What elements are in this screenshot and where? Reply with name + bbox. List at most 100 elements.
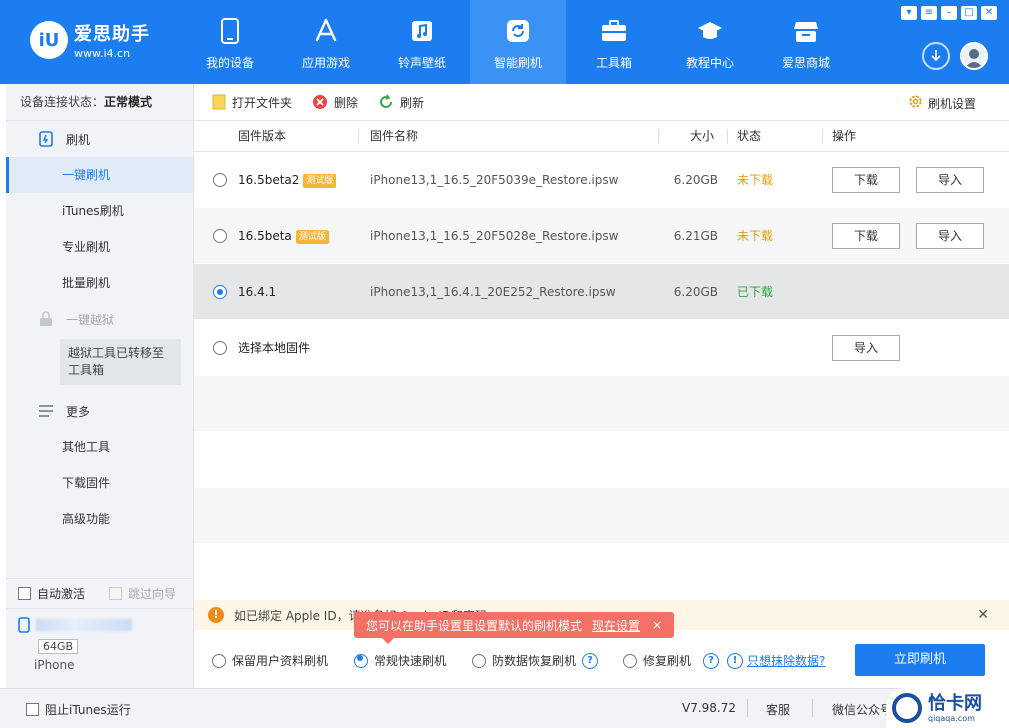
- col-status: 状态: [737, 129, 762, 143]
- app-store-icon: [313, 18, 339, 44]
- col-size: 大小: [690, 129, 715, 143]
- sidebar-item-advanced[interactable]: 高级功能: [6, 501, 193, 537]
- row-radio[interactable]: [213, 229, 227, 243]
- device-name: [18, 617, 182, 633]
- nav-my-device[interactable]: 我的设备: [182, 0, 278, 84]
- menu-icon[interactable]: ≡: [921, 6, 937, 20]
- download-icon[interactable]: [922, 42, 950, 70]
- table-row[interactable]: 16.5beta2 测试版 iPhone13,1_16.5_20F5039e_Re…: [194, 152, 1009, 208]
- repair-radio[interactable]: [623, 653, 637, 668]
- col-action: 操作: [832, 129, 857, 143]
- info-icon: !: [727, 652, 743, 669]
- sidebar-item-one-click-flash[interactable]: 一键刷机: [6, 157, 193, 193]
- nav-tutorials[interactable]: 教程中心: [662, 0, 758, 84]
- row-radio[interactable]: [213, 285, 227, 299]
- customer-service-link[interactable]: 客服: [766, 701, 790, 718]
- block-itunes-checkbox[interactable]: [26, 703, 39, 716]
- delete-icon: [312, 94, 328, 110]
- firmware-status: 已下载: [737, 285, 774, 299]
- device-panel[interactable]: 64GB iPhone: [6, 608, 194, 688]
- toast-close-icon[interactable]: ×: [652, 618, 662, 632]
- refresh-button[interactable]: 刷新: [378, 94, 424, 111]
- firmware-version: 16.4.1: [238, 285, 277, 299]
- table-row[interactable]: 16.4.1 iPhone13,1_16.4.1_20E252_Restore.…: [194, 264, 1009, 320]
- watermark-url: qiqaqa.com: [928, 713, 975, 723]
- sidebar-item-download-firmware[interactable]: 下载固件: [6, 465, 193, 501]
- notice-close-icon[interactable]: ✕: [977, 607, 989, 623]
- nav-toolbox[interactable]: 工具箱: [566, 0, 662, 84]
- download-button[interactable]: 下载: [832, 167, 900, 193]
- flash-now-button[interactable]: 立即刷机: [855, 644, 985, 676]
- connection-status: 设备连接状态：正常模式: [6, 84, 193, 121]
- status-bar: 阻止iTunes运行 V7.98.72 客服 微信公众号: [0, 688, 1009, 728]
- keep-data-radio[interactable]: [212, 653, 226, 668]
- logo-name: 爱思助手: [74, 24, 150, 45]
- help-icon[interactable]: ?: [582, 652, 599, 669]
- wipe-data-link[interactable]: ! 只想抹除数据?: [727, 652, 825, 669]
- lock-icon: [38, 311, 54, 327]
- minimize-icon[interactable]: –: [941, 6, 957, 20]
- import-button[interactable]: 导入: [916, 167, 984, 193]
- sidebar-item-pro-flash[interactable]: 专业刷机: [6, 229, 193, 265]
- toolbox-icon: [601, 18, 627, 44]
- firmware-size: 6.20GB: [673, 285, 718, 299]
- firmware-version: 16.5beta: [238, 229, 292, 243]
- sidebar-item-other-tools[interactable]: 其他工具: [6, 429, 193, 465]
- sidebar-options: 自动激活 跳过向导: [6, 578, 194, 608]
- opt-quick-flash[interactable]: 常规快速刷机: [354, 652, 446, 669]
- nav-apps-games[interactable]: 应用游戏: [278, 0, 374, 84]
- col-version: 固件版本: [238, 129, 287, 143]
- firmware-size: 6.21GB: [673, 229, 718, 243]
- block-itunes-option[interactable]: 阻止iTunes运行: [26, 701, 131, 718]
- sidebar-group-flash: 刷机: [6, 121, 193, 157]
- quick-flash-radio[interactable]: [354, 653, 368, 668]
- help-icon[interactable]: ?: [703, 652, 720, 669]
- opt-repair[interactable]: 修复刷机 ?: [623, 652, 720, 669]
- nav-smart-flash[interactable]: 智能刷机: [470, 0, 566, 84]
- shirt-icon[interactable]: ▾: [901, 6, 917, 20]
- site-watermark: 恰卡网 qiqaqa.com: [886, 688, 1009, 728]
- logo-mark: iU: [30, 21, 68, 59]
- table-row[interactable]: 选择本地固件 导入: [194, 320, 1009, 376]
- music-icon: [409, 18, 435, 44]
- firmware-name: iPhone13,1_16.5_20F5039e_Restore.ipsw: [370, 173, 619, 187]
- anti-recovery-radio[interactable]: [472, 653, 486, 668]
- sidebar-item-itunes-flash[interactable]: iTunes刷机: [6, 193, 193, 229]
- row-radio[interactable]: [213, 173, 227, 187]
- flash-phone-icon: [38, 131, 54, 147]
- empty-row: [194, 432, 1009, 488]
- open-folder-button[interactable]: 打开文件夹: [212, 94, 292, 111]
- row-radio[interactable]: [213, 341, 227, 355]
- nav-ringtones[interactable]: 铃声壁纸: [374, 0, 470, 84]
- opt-anti-recovery[interactable]: 防数据恢复刷机 ?: [472, 652, 599, 669]
- skip-guide-checkbox: [109, 587, 123, 600]
- flash-mode-options: 保留用户资料刷机 常规快速刷机 防数据恢复刷机 ? 修复刷机 ? ! 只想抹除数…: [194, 640, 1009, 682]
- firmware-version: 16.5beta2: [238, 173, 300, 187]
- toast-set-now-link[interactable]: 现在设置: [592, 617, 640, 634]
- sidebar-item-batch-flash[interactable]: 批量刷机: [6, 265, 193, 301]
- close-icon[interactable]: ✕: [981, 6, 997, 20]
- download-button[interactable]: 下载: [832, 223, 900, 249]
- import-button[interactable]: 导入: [832, 335, 900, 361]
- import-button[interactable]: 导入: [916, 223, 984, 249]
- toast-text: 您可以在助手设置里设置默认的刷机模式: [366, 618, 583, 633]
- restore-icon[interactable]: □: [961, 6, 977, 20]
- device-storage: 64GB: [38, 639, 79, 654]
- logo-url: www.i4.cn: [74, 47, 131, 60]
- wechat-link[interactable]: 微信公众号: [832, 701, 892, 718]
- avatar[interactable]: [960, 42, 988, 70]
- flash-settings-button[interactable]: 刷机设置: [908, 94, 976, 112]
- auto-activate-checkbox[interactable]: [18, 587, 31, 600]
- watermark-name: 恰卡网: [928, 692, 982, 714]
- nav-store[interactable]: 爱思商城: [758, 0, 854, 84]
- auto-activate-label: 自动激活: [37, 587, 86, 601]
- beta-tag: 测试版: [295, 229, 329, 244]
- table-row[interactable]: 16.5beta 测试版 iPhone13,1_16.5_20F5028e_Res…: [194, 208, 1009, 264]
- firmware-status: 未下载: [737, 229, 774, 243]
- empty-row: [194, 544, 1009, 572]
- delete-button[interactable]: 删除: [312, 94, 358, 111]
- refresh-icon: [505, 18, 531, 44]
- toolbar: 打开文件夹 删除 刷新 刷机设置: [194, 84, 1009, 121]
- opt-keep-data[interactable]: 保留用户资料刷机: [212, 652, 328, 669]
- local-firmware-label: 选择本地固件: [238, 341, 311, 355]
